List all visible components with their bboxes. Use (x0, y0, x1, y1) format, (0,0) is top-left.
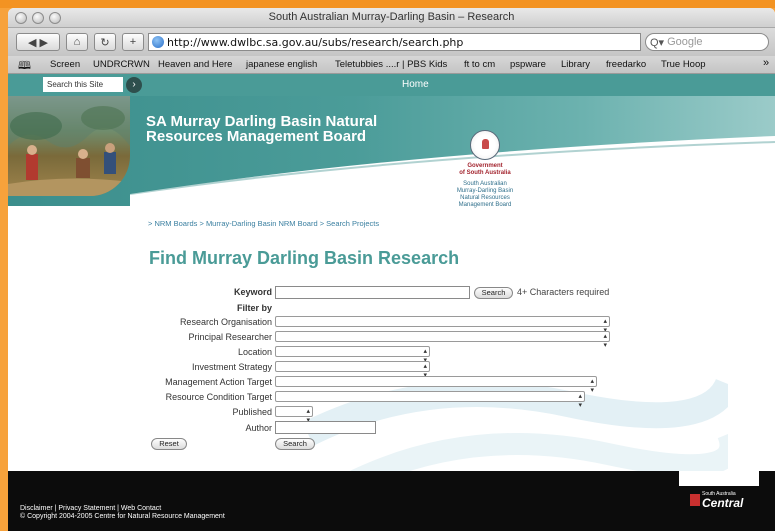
home-icon[interactable]: ⌂ (66, 33, 88, 51)
select-arrows-icon: ▴▾ (603, 333, 607, 349)
bookmark-item[interactable]: UNDRCRWN (93, 59, 150, 70)
published-label: Published (232, 407, 272, 417)
bookmark-item[interactable]: Heaven and Here (158, 59, 232, 70)
investment-strategy-label: Investment Strategy (191, 362, 272, 372)
logo-sub-line3: Natural Resources (460, 195, 510, 201)
location-select[interactable]: ▴▾ (275, 346, 430, 364)
investment-strategy-select[interactable]: ▴▾ (275, 361, 430, 379)
site-footer: Disclaimer | Privacy Statement | Web Con… (8, 471, 775, 531)
bookmark-item[interactable]: Library (561, 59, 590, 70)
page-edge (0, 0, 775, 8)
bookmark-item[interactable]: True Hoop (661, 59, 706, 70)
bookmarks-overflow[interactable]: » (763, 57, 769, 69)
resource-condition-target-label: Resource Condition Target (165, 392, 272, 402)
browser-toolbar: ◀ ▶ ⌂ ↻ + http://www.dwlbc.sa.gov.au/sub… (8, 28, 775, 56)
bookmark-item[interactable]: Screen (50, 59, 80, 70)
published-select[interactable]: ▴▾ (275, 406, 313, 424)
footer-links: Disclaimer | Privacy Statement | Web Con… (20, 505, 225, 521)
globe-icon (152, 36, 164, 48)
central-logo: South Australia Central (690, 491, 760, 511)
header-swoosh (129, 136, 775, 206)
search-button[interactable]: Search (474, 287, 513, 299)
site-search-input[interactable]: Search this Site (43, 77, 123, 92)
bookmark-item[interactable]: ft to cm (464, 59, 495, 70)
page-content: Search this Site › Home SA Murray Darlin… (8, 74, 775, 531)
site-search-go-button[interactable]: › (126, 77, 142, 93)
bookmarks-bar: 🕮 Screen UNDRCRWN Heaven and Here japane… (8, 56, 775, 74)
page-title: Find Murray Darling Basin Research (149, 248, 460, 268)
filter-by-label: Filter by (236, 303, 272, 313)
search-placeholder: Google (667, 36, 703, 48)
site-header: SA Murray Darling Basin Natural Resource… (8, 96, 775, 206)
logo-sub-line4: Management Board (458, 202, 512, 208)
select-arrows-icon: ▴▾ (578, 393, 582, 409)
bookmark-item[interactable]: Teletubbies ....r | PBS Kids (335, 59, 447, 70)
logo-gov-line2: of South Australia (459, 170, 511, 176)
footer-nav-links[interactable]: Disclaimer | Privacy Statement | Web Con… (20, 505, 225, 513)
bookmark-item[interactable]: freedarko (606, 59, 646, 70)
window-title: South Australian Murray-Darling Basin – … (268, 11, 515, 23)
select-arrows-icon: ▴▾ (590, 378, 594, 394)
footer-white-box (679, 471, 759, 486)
title-bar: South Australian Murray-Darling Basin – … (8, 8, 775, 28)
author-input[interactable] (275, 421, 376, 434)
home-link[interactable]: Home (402, 79, 429, 90)
reload-icon[interactable]: ↻ (94, 33, 116, 51)
logo-gov-line1: Government (467, 163, 503, 169)
back-forward-button[interactable]: ◀ ▶ (16, 33, 60, 51)
central-logo-icon (690, 494, 700, 506)
principal-researcher-label: Principal Researcher (188, 332, 272, 342)
research-organisation-select[interactable]: ▴▾ (275, 316, 610, 334)
site-nav-bar: Search this Site › Home (8, 74, 775, 96)
management-action-target-select[interactable]: ▴ ▾ (275, 376, 597, 394)
management-action-target-label: Management Action Target (165, 377, 272, 387)
logo-sub-line2: Murray-Darling Basin (456, 188, 514, 194)
search-submit-button[interactable]: Search (275, 438, 315, 450)
keyword-hint: 4+ Characters required (517, 287, 610, 297)
bookmark-item[interactable]: japanese english (246, 59, 317, 70)
browser-window: South Australian Murray-Darling Basin – … (8, 8, 775, 531)
crest-icon (470, 130, 500, 160)
research-organisation-label: Research Organisation (179, 317, 272, 327)
author-label: Author (245, 423, 272, 433)
reset-button[interactable]: Reset (151, 438, 187, 450)
government-logo: Government of South Australia South Aust… (448, 130, 522, 209)
breadcrumb[interactable]: > NRM Boards > Murray-Darling Basin NRM … (148, 219, 379, 228)
keyword-input[interactable] (275, 286, 470, 299)
url-text: http://www.dwlbc.sa.gov.au/subs/research… (167, 35, 464, 49)
address-bar[interactable]: http://www.dwlbc.sa.gov.au/subs/research… (148, 33, 641, 51)
location-label: Location (237, 347, 272, 357)
keyword-label: Keyword (233, 287, 272, 297)
resource-condition-target-select[interactable]: ▴ ▾ (275, 391, 585, 409)
footer-copyright: © Copyright 2004-2005 Centre for Natural… (20, 513, 225, 520)
central-logo-big: Central (702, 496, 744, 510)
search-icon: Q▾ (650, 36, 665, 49)
logo-government: Government of South Australia (448, 163, 522, 177)
web-search-input[interactable]: Q▾ Google (645, 33, 769, 51)
add-bookmark-button[interactable]: + (122, 33, 144, 51)
logo-sub-line1: South Australian (463, 181, 507, 187)
principal-researcher-select[interactable]: ▴ ▾ (275, 331, 610, 349)
bookmark-item[interactable]: pspware (510, 59, 546, 70)
